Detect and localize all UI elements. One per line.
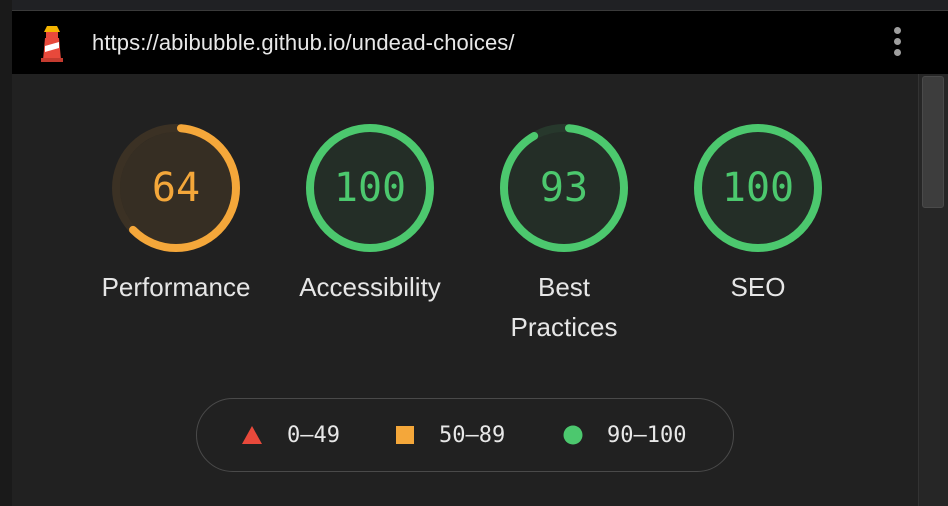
report-topbar: https://abibubble.github.io/undead-choic…	[12, 11, 948, 74]
gauge-seo[interactable]: 100 SEO	[673, 123, 843, 307]
legend-range: 90–100	[607, 422, 687, 448]
gauge-best-practices[interactable]: 93 Best Practices	[479, 123, 649, 347]
gauge-score: 93	[539, 165, 589, 211]
gauge-label: SEO	[673, 267, 843, 307]
gauge-performance[interactable]: 64 Performance	[91, 123, 261, 307]
circle-icon	[563, 425, 583, 445]
gauge-score: 64	[151, 165, 201, 211]
legend-item-pass: 90–100	[563, 399, 686, 471]
gauge-label: Performance	[91, 267, 261, 307]
legend-range: 0–49	[287, 422, 340, 448]
lighthouse-icon	[41, 26, 63, 62]
triangle-icon	[242, 426, 262, 444]
legend-item-average: 50–89	[395, 399, 505, 471]
vertical-scrollbar[interactable]	[918, 74, 948, 506]
report-url[interactable]: https://abibubble.github.io/undead-choic…	[92, 30, 515, 56]
legend-range: 50–89	[439, 422, 506, 448]
gauge-score: 100	[721, 165, 795, 211]
scrollbar-thumb[interactable]	[922, 76, 944, 208]
lighthouse-report-window: https://abibubble.github.io/undead-choic…	[0, 0, 948, 506]
score-scale-legend: 0–49 50–89 90–100	[196, 398, 734, 472]
gauge-label-line: Performance	[101, 272, 251, 302]
legend-item-fail: 0–49	[241, 399, 340, 471]
gauge-label: Accessibility	[285, 267, 455, 307]
gauge-label-line: Best	[537, 272, 591, 302]
gauge-label: Best Practices	[479, 267, 649, 347]
gauge-accessibility[interactable]: 100 Accessibility	[285, 123, 455, 307]
kebab-menu-icon[interactable]	[887, 27, 907, 61]
gauge-label-line: Accessibility	[299, 272, 441, 302]
gauge-score: 100	[333, 165, 407, 211]
gauge-label-line: Practices	[510, 312, 618, 342]
gauge-label-line: SEO	[730, 272, 786, 302]
square-icon	[396, 426, 414, 444]
top-strip	[12, 0, 948, 11]
